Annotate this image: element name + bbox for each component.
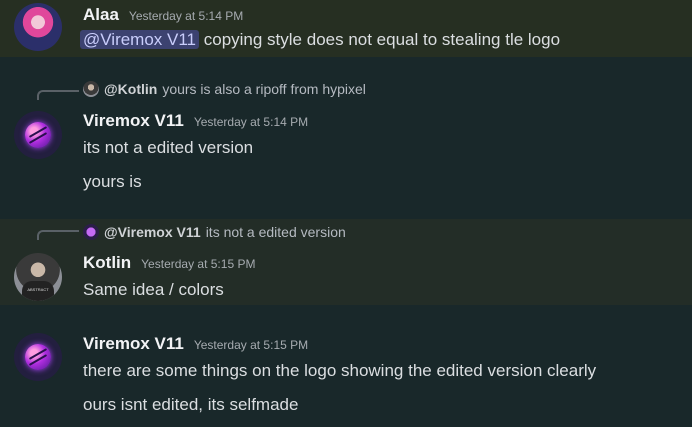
reply-reference[interactable]: @Viremox V11 its not a edited version: [83, 224, 346, 240]
message-kotlin[interactable]: @Viremox V11 its not a edited version Ko…: [0, 219, 692, 305]
reply-spine: [37, 90, 79, 100]
reply-avatar-kotlin: [83, 81, 99, 97]
user-mention[interactable]: @Viremox V11: [80, 30, 200, 49]
reply-author[interactable]: @Kotlin: [104, 81, 157, 97]
message-alaa[interactable]: Alaa Yesterday at 5:14 PM @Viremox V11 c…: [0, 0, 692, 57]
avatar-viremox[interactable]: [14, 111, 62, 159]
message-text: Same idea / colors: [83, 280, 224, 299]
timestamp[interactable]: Yesterday at 5:14 PM: [194, 115, 308, 129]
message-text: copying style does not equal to stealing…: [199, 30, 561, 49]
reply-spine: [37, 230, 79, 240]
reply-author[interactable]: @Viremox V11: [104, 224, 201, 240]
message-content: @Viremox V11 copying style does not equa…: [80, 30, 561, 50]
message-text: its not a edited version: [83, 138, 254, 157]
message-text: there are some things on the logo showin…: [83, 361, 597, 380]
author-name[interactable]: Kotlin: [83, 253, 131, 273]
orb-icon: [25, 122, 51, 148]
orb-icon: [25, 344, 51, 370]
author-name[interactable]: Alaa: [83, 5, 119, 25]
timestamp[interactable]: Yesterday at 5:15 PM: [141, 257, 255, 271]
reply-text[interactable]: yours is also a ripoff from hypixel: [162, 81, 366, 97]
avatar-viremox[interactable]: [14, 333, 62, 381]
author-name[interactable]: Viremox V11: [83, 334, 184, 354]
message-text: yours is: [83, 172, 142, 191]
avatar-shirt: [22, 281, 54, 301]
reply-text[interactable]: its not a edited version: [206, 224, 346, 240]
reply-reference[interactable]: @Kotlin yours is also a ripoff from hypi…: [83, 81, 366, 97]
avatar-alaa[interactable]: [14, 3, 62, 51]
reply-avatar-viremox: [83, 224, 99, 240]
timestamp[interactable]: Yesterday at 5:14 PM: [129, 9, 243, 23]
avatar-kotlin[interactable]: [14, 253, 62, 301]
message-text: ours isnt edited, its selfmade: [83, 395, 299, 414]
author-name[interactable]: Viremox V11: [83, 111, 184, 131]
message-viremox-2[interactable]: Viremox V11 Yesterday at 5:15 PM there a…: [0, 305, 692, 427]
message-viremox-1[interactable]: @Kotlin yours is also a ripoff from hypi…: [0, 57, 692, 219]
timestamp[interactable]: Yesterday at 5:15 PM: [194, 338, 308, 352]
